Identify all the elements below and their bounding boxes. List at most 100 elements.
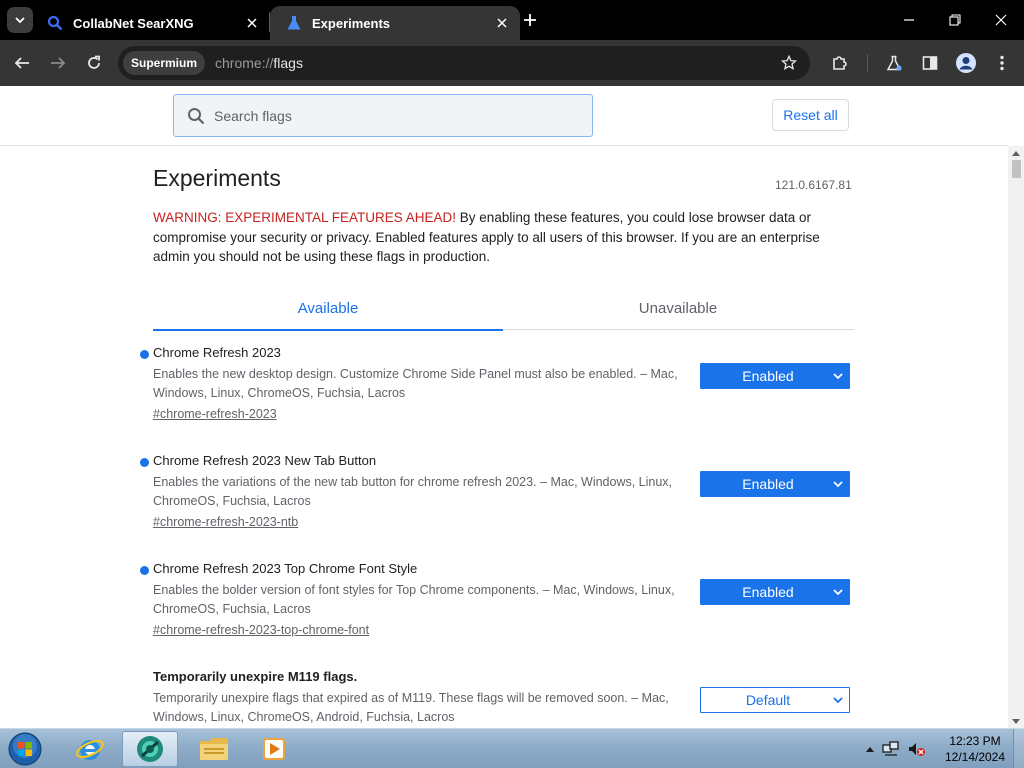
flag-name: Temporarily unexpire M119 flags. bbox=[153, 669, 358, 684]
page-title: Experiments bbox=[153, 165, 281, 191]
search-header: Reset all bbox=[0, 86, 1008, 146]
scroll-up-icon[interactable] bbox=[1008, 146, 1024, 160]
network-icon[interactable] bbox=[882, 741, 900, 757]
flag-state-select[interactable]: Enabled bbox=[700, 363, 850, 389]
menu-button[interactable] bbox=[988, 49, 1016, 77]
reset-all-button[interactable]: Reset all bbox=[772, 99, 849, 131]
flag-name: Chrome Refresh 2023 Top Chrome Font Styl… bbox=[153, 561, 418, 576]
close-icon bbox=[995, 14, 1007, 26]
minimize-icon bbox=[904, 19, 914, 21]
scrollbar-thumb[interactable] bbox=[1012, 160, 1021, 178]
close-window-button[interactable] bbox=[978, 0, 1024, 40]
warning-lead: WARNING: EXPERIMENTAL FEATURES AHEAD! bbox=[153, 210, 457, 225]
extensions-button[interactable] bbox=[826, 49, 854, 77]
side-panel-button[interactable] bbox=[916, 49, 944, 77]
flag-state-select[interactable]: Enabled bbox=[700, 471, 850, 497]
select-value: Enabled bbox=[742, 476, 794, 492]
restore-button[interactable] bbox=[932, 0, 978, 40]
select-value: Enabled bbox=[742, 584, 794, 600]
search-flags-input[interactable] bbox=[214, 107, 574, 124]
reload-button[interactable] bbox=[80, 49, 108, 77]
profile-button[interactable] bbox=[952, 49, 980, 77]
tab-title: CollabNet SearXNG bbox=[73, 15, 194, 31]
start-button[interactable] bbox=[3, 730, 47, 768]
reload-icon bbox=[88, 55, 100, 69]
taskbar-file-explorer[interactable] bbox=[186, 731, 242, 767]
back-button[interactable] bbox=[8, 49, 36, 77]
url-text[interactable]: chrome://flags bbox=[215, 55, 303, 71]
flag-state-select[interactable]: Default bbox=[700, 687, 850, 713]
arrow-right-icon bbox=[51, 57, 66, 69]
close-icon[interactable] bbox=[242, 13, 262, 33]
flag-item: Chrome Refresh 2023 Enables the new desk… bbox=[140, 345, 853, 445]
page-scrollbar[interactable] bbox=[1008, 146, 1024, 728]
restore-icon bbox=[949, 14, 961, 26]
flag-permalink[interactable]: #chrome-refresh-2023 bbox=[153, 407, 277, 421]
flask-icon bbox=[886, 55, 902, 71]
more-vert-icon bbox=[1000, 55, 1004, 71]
modified-dot bbox=[140, 458, 149, 467]
search-icon bbox=[186, 106, 206, 126]
toolbar-divider bbox=[867, 54, 868, 72]
search-flags-box[interactable] bbox=[173, 94, 593, 137]
modified-dot bbox=[140, 350, 149, 359]
taskbar-media-player[interactable] bbox=[246, 731, 302, 767]
tab-strip: CollabNet SearXNG Experiments bbox=[0, 0, 1024, 40]
search-icon bbox=[47, 15, 63, 31]
flag-state-select[interactable]: Enabled bbox=[700, 579, 850, 605]
site-info-chip[interactable]: Supermium bbox=[123, 51, 206, 75]
close-icon[interactable] bbox=[492, 13, 512, 33]
flag-name: Chrome Refresh 2023 New Tab Button bbox=[153, 453, 377, 468]
bookmark-star-icon[interactable] bbox=[776, 50, 802, 76]
minimize-button[interactable] bbox=[886, 0, 932, 40]
flag-name: Chrome Refresh 2023 bbox=[153, 345, 281, 360]
version-label: 121.0.6167.81 bbox=[775, 178, 852, 192]
select-value: Default bbox=[745, 692, 791, 708]
url-scheme: chrome:// bbox=[215, 55, 274, 71]
avatar-icon bbox=[956, 53, 976, 73]
flag-description: Enables the new desktop design. Customiz… bbox=[153, 367, 678, 400]
new-tab-button[interactable] bbox=[520, 10, 540, 30]
flag-permalink[interactable]: #chrome-refresh-2023-ntb bbox=[153, 515, 298, 529]
modified-dot bbox=[140, 566, 149, 575]
media-player-icon bbox=[263, 738, 285, 760]
tab-search-button[interactable] bbox=[7, 7, 33, 33]
tab-unavailable[interactable]: Unavailable bbox=[503, 287, 853, 330]
address-bar[interactable]: Supermium chrome://flags bbox=[118, 46, 810, 80]
select-value: Enabled bbox=[742, 368, 794, 384]
flask-icon bbox=[286, 15, 302, 31]
arrow-left-icon bbox=[14, 57, 29, 69]
tab-available[interactable]: Available bbox=[153, 287, 503, 331]
puzzle-icon bbox=[833, 56, 847, 70]
flags-content: Experiments 121.0.6167.81 WARNING: EXPER… bbox=[0, 147, 1008, 728]
forward-button[interactable] bbox=[44, 49, 72, 77]
plus-icon bbox=[524, 14, 536, 26]
file-explorer-icon bbox=[200, 738, 228, 760]
flag-item: Chrome Refresh 2023 New Tab Button Enabl… bbox=[140, 453, 853, 553]
flags-page: Reset all Experiments 121.0.6167.81 WARN… bbox=[0, 86, 1024, 728]
chevron-down-icon bbox=[15, 17, 25, 24]
tab-experiments[interactable]: Experiments bbox=[270, 6, 520, 40]
system-tray bbox=[866, 735, 926, 763]
flag-permalink[interactable]: #chrome-refresh-2023-top-chrome-font bbox=[153, 623, 369, 637]
flag-description: Enables the variations of the new tab bu… bbox=[153, 475, 673, 508]
flag-item: Chrome Refresh 2023 Top Chrome Font Styl… bbox=[140, 561, 853, 661]
tab-searxng[interactable]: CollabNet SearXNG bbox=[38, 6, 270, 40]
taskbar-clock[interactable]: 12:23 PM 12/14/2024 bbox=[940, 733, 1010, 765]
side-panel-icon bbox=[922, 56, 938, 70]
labs-button[interactable] bbox=[880, 49, 908, 77]
clock-date: 12/14/2024 bbox=[944, 750, 1006, 764]
scroll-down-icon[interactable] bbox=[1008, 714, 1024, 728]
chevron-down-icon bbox=[827, 472, 849, 496]
taskbar-internet-explorer[interactable] bbox=[62, 731, 118, 767]
chevron-down-icon bbox=[827, 364, 849, 388]
browser-toolbar: Supermium chrome://flags bbox=[0, 40, 1024, 86]
chevron-down-icon bbox=[827, 688, 849, 712]
flags-tabs: Available Unavailable bbox=[153, 287, 854, 331]
show-hidden-icons-icon[interactable] bbox=[866, 746, 874, 752]
supermium-icon bbox=[137, 736, 163, 762]
url-host: flags bbox=[273, 55, 303, 71]
show-desktop-button[interactable] bbox=[1013, 729, 1024, 768]
taskbar-supermium[interactable] bbox=[122, 731, 178, 767]
volume-muted-icon[interactable] bbox=[908, 741, 926, 757]
